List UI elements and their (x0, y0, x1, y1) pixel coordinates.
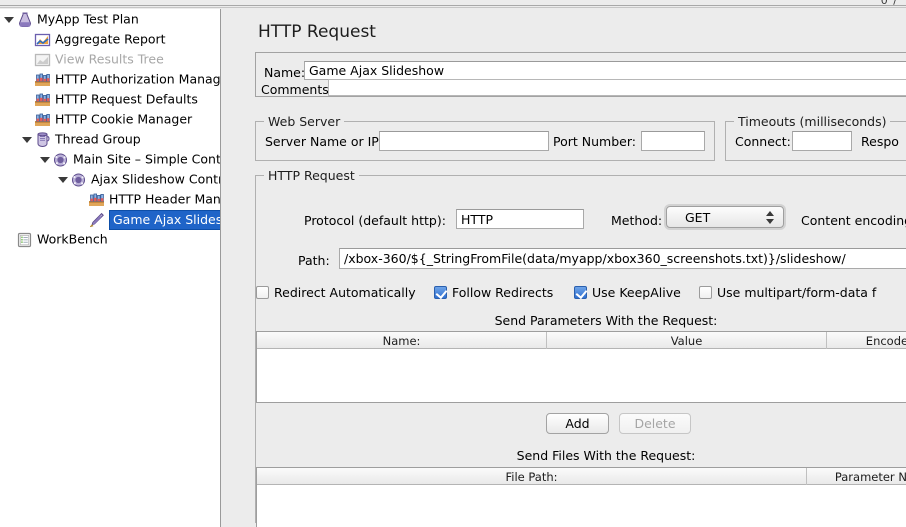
http-manager-icon (88, 192, 105, 208)
checkbox-follow-redirects[interactable] (434, 286, 447, 299)
connect-timeout-label: Connect: (735, 134, 791, 149)
files-table[interactable]: File Path:Parameter Nam (256, 467, 906, 527)
http-request-panel: HTTP Request Name: Comments: Web Server … (222, 9, 906, 527)
tree-item[interactable]: Aggregate Report (0, 29, 220, 49)
column-header[interactable]: Name: (257, 332, 547, 349)
http-manager-icon (34, 112, 51, 128)
tree-item[interactable]: HTTP Request Defaults (0, 89, 220, 109)
jmeter-window: 0 / MyApp Test Plan Aggregate Report View … (0, 0, 906, 527)
method-value: GET (685, 210, 710, 225)
tree-item[interactable]: Ajax Slideshow Controller (0, 169, 220, 189)
column-header[interactable]: Encode? (827, 332, 906, 349)
checkbox-redirect-automatically[interactable] (256, 286, 269, 299)
test-plan-icon (16, 12, 33, 28)
port-number-label: Port Number: (553, 134, 636, 149)
twisty-expanded-icon[interactable] (58, 174, 69, 185)
tree-item-label: Thread Group (55, 132, 141, 147)
files-table-body[interactable] (257, 485, 906, 527)
web-server-legend: Web Server (264, 114, 344, 129)
server-name-label: Server Name or IP: (265, 134, 383, 149)
delete-button[interactable]: Delete (619, 413, 691, 434)
tree-item-label: HTTP Authorization Manager (55, 72, 221, 87)
name-label: Name: (264, 65, 305, 80)
timeouts-group: Timeouts (milliseconds) Connect: Respo (725, 121, 906, 161)
checkbox-label[interactable]: Redirect Automatically (274, 285, 416, 300)
checkbox-use-keepalive[interactable] (574, 286, 587, 299)
tree-item[interactable]: View Results Tree (0, 49, 220, 69)
timeouts-legend: Timeouts (milliseconds) (734, 114, 890, 129)
send-parameters-title: Send Parameters With the Request: (256, 313, 906, 328)
controller-icon (52, 152, 69, 168)
tree-item-label: HTTP Cookie Manager (55, 112, 192, 127)
tree-item[interactable]: HTTP Authorization Manager (0, 69, 220, 89)
add-button[interactable]: Add (546, 413, 609, 434)
method-select[interactable]: GET (666, 206, 784, 228)
twisty-expanded-icon[interactable] (22, 134, 33, 145)
tree-item-label: Game Ajax Slideshow (109, 210, 221, 230)
comments-input[interactable] (328, 79, 906, 96)
test-plan-tree[interactable]: MyApp Test Plan Aggregate Report View Resu… (0, 9, 221, 527)
path-input[interactable] (339, 248, 906, 269)
tree-item-label: Aggregate Report (55, 32, 166, 47)
server-name-input[interactable] (379, 131, 549, 151)
name-input[interactable] (304, 61, 906, 80)
tree-item-label: MyApp Test Plan (37, 12, 139, 27)
page-title: HTTP Request (258, 22, 376, 42)
column-header[interactable]: Value (547, 332, 827, 349)
twisty-expanded-icon[interactable] (40, 154, 51, 165)
http-request-group: HTTP Request Protocol (default http): Me… (255, 175, 906, 523)
content-encoding-label: Content encoding: (801, 213, 906, 228)
tree-item-label: HTTP Request Defaults (55, 92, 198, 107)
tree-item[interactable]: MyApp Test Plan (0, 9, 220, 29)
tree-item[interactable]: Thread Group (0, 129, 220, 149)
http-manager-icon (34, 72, 51, 88)
checkbox-use-multipart-form-data-f[interactable] (699, 286, 712, 299)
tree-item-label: HTTP Header Manager (109, 192, 221, 207)
connect-timeout-input[interactable] (792, 131, 852, 151)
tree-item[interactable]: HTTP Cookie Manager (0, 109, 220, 129)
web-server-group: Web Server Server Name or IP: Port Numbe… (255, 121, 715, 161)
tree-item-label: WorkBench (37, 232, 108, 247)
checkbox-label[interactable]: Follow Redirects (452, 285, 553, 300)
column-header[interactable]: File Path: (257, 468, 807, 485)
send-files-title: Send Files With the Request: (256, 448, 906, 463)
http-request-legend: HTTP Request (264, 168, 359, 183)
protocol-label: Protocol (default http): (304, 213, 446, 228)
twisty-expanded-icon[interactable] (4, 14, 15, 25)
response-timeout-label: Respo (861, 134, 899, 149)
tree-item[interactable]: Game Ajax Slideshow (0, 209, 220, 229)
tree-item[interactable]: Main Site – Simple Controller (0, 149, 220, 169)
toolbar-strip: 0 / (0, 0, 906, 9)
checkbox-label[interactable]: Use multipart/form-data f (717, 285, 876, 300)
http-request-content: HTTP Request Name: Comments: Web Server … (236, 9, 906, 527)
checkbox-label[interactable]: Use KeepAlive (592, 285, 681, 300)
view-results-tree-icon (34, 52, 51, 68)
controller-icon (70, 172, 87, 188)
workbench-icon (16, 232, 33, 248)
thread-group-icon (34, 132, 51, 148)
port-number-input[interactable] (641, 131, 705, 151)
http-sampler-icon (88, 212, 105, 228)
protocol-input[interactable] (456, 209, 584, 229)
tree-item[interactable]: WorkBench (0, 229, 220, 249)
comments-label: Comments: (261, 82, 333, 97)
parameters-table-header: Name:ValueEncode? (257, 332, 906, 349)
chevron-updown-icon[interactable] (766, 211, 774, 225)
tree-item-label: Main Site – Simple Controller (73, 152, 221, 167)
name-comments-box: Name: Comments: (255, 52, 906, 97)
toolbar-divider-2 (0, 7, 906, 8)
tree-item-label: Ajax Slideshow Controller (91, 172, 221, 187)
path-label: Path: (298, 253, 330, 268)
http-manager-icon (34, 92, 51, 108)
files-table-header: File Path:Parameter Nam (257, 468, 906, 485)
aggregate-report-icon (34, 32, 51, 48)
tree-item-label: View Results Tree (55, 52, 164, 67)
method-label: Method: (611, 213, 662, 228)
parameters-table[interactable]: Name:ValueEncode? (256, 331, 906, 403)
parameters-table-body[interactable] (257, 349, 906, 403)
toolbar-divider-1 (0, 5, 906, 6)
tree-item[interactable]: HTTP Header Manager (0, 189, 220, 209)
column-header[interactable]: Parameter Nam (807, 468, 906, 485)
